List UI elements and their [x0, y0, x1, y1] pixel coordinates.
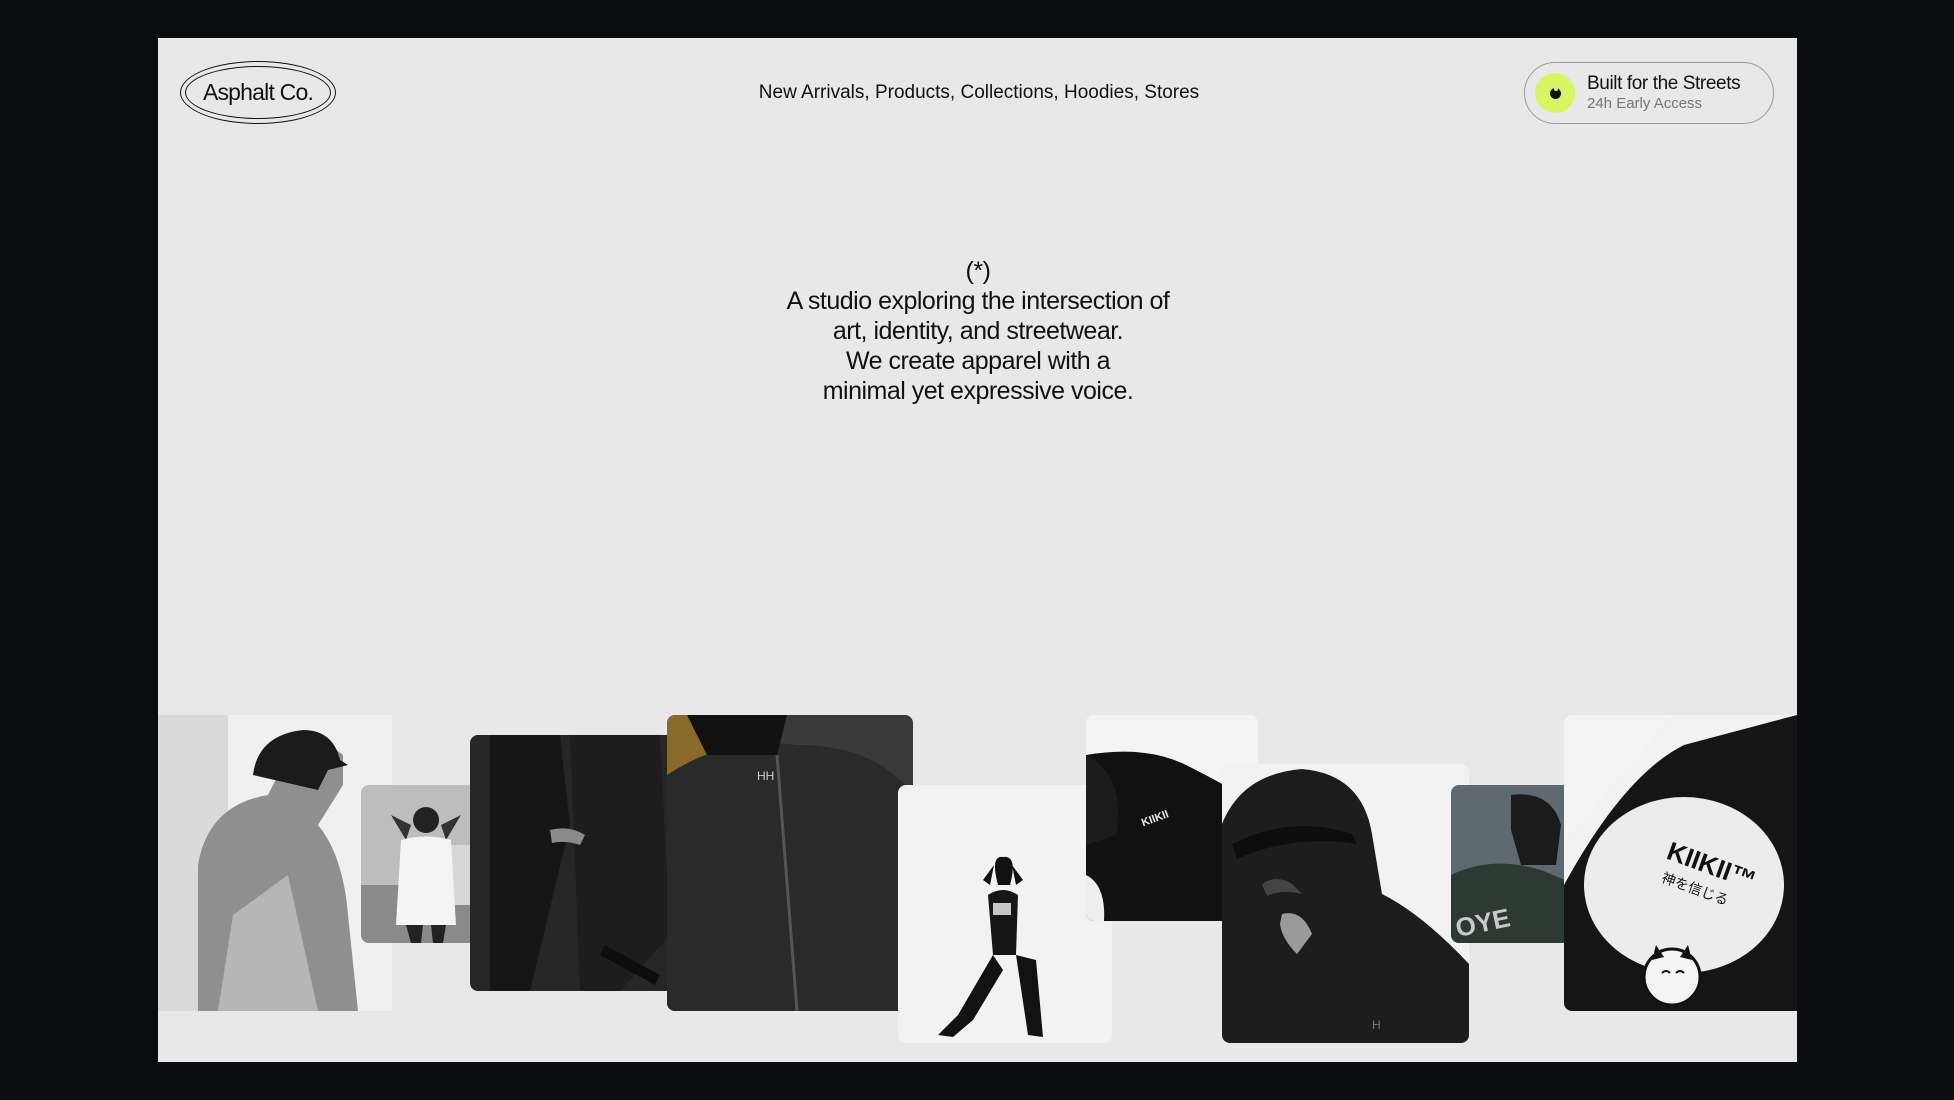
- nav-separator: ,: [949, 82, 961, 103]
- photo-varsity-back[interactable]: OYE: [1451, 785, 1577, 943]
- svg-text:HH: HH: [757, 769, 774, 783]
- nav-stores[interactable]: Stores: [1144, 82, 1199, 103]
- photo-tee-print-cat[interactable]: KIIKII™ 神を信じる: [1564, 715, 1797, 1011]
- photo-hooded-profile[interactable]: [158, 715, 392, 1011]
- main-nav: New Arrivals, Products, Collections, Hoo…: [739, 82, 1219, 104]
- hero-line: We create apparel with a: [845, 347, 1111, 375]
- hero-line: art, identity, and streetwear.: [832, 317, 1124, 345]
- hero-line: minimal yet expressive voice.: [822, 377, 1134, 405]
- hero-statement: (*) A studio exploring the intersection …: [578, 256, 1378, 406]
- flame-icon: [1535, 73, 1575, 113]
- photo-cap-glasses-portrait[interactable]: H: [1222, 764, 1469, 1043]
- nav-collections[interactable]: Collections: [960, 82, 1053, 103]
- early-access-button[interactable]: Built for the Streets 24h Early Access: [1524, 62, 1774, 124]
- svg-text:H: H: [1372, 1018, 1381, 1032]
- photo-black-jacket[interactable]: HH: [667, 715, 913, 1011]
- nav-hoodies[interactable]: Hoodies: [1064, 82, 1134, 103]
- hero-asterisk-mark: (*): [965, 257, 991, 285]
- hero-line: A studio exploring the intersection of: [786, 287, 1170, 315]
- photo-dancer-pose[interactable]: [898, 785, 1112, 1043]
- nav-new-arrivals[interactable]: New Arrivals: [759, 82, 865, 103]
- brand-logo-text: Asphalt Co.: [202, 79, 314, 105]
- nav-products[interactable]: Products: [875, 82, 950, 103]
- early-access-subtitle: 24h Early Access: [1587, 95, 1703, 113]
- photo-white-tee-pose[interactable]: [361, 785, 487, 943]
- photo-black-coat-detail[interactable]: [470, 735, 682, 991]
- nav-separator: ,: [864, 82, 875, 103]
- nav-separator: ,: [1053, 82, 1064, 103]
- landing-page: Asphalt Co. New Arrivals, Products, Coll…: [158, 38, 1797, 1062]
- early-access-title: Built for the Streets: [1587, 73, 1741, 95]
- nav-separator: ,: [1133, 82, 1145, 103]
- brand-logo[interactable]: Asphalt Co.: [180, 61, 336, 124]
